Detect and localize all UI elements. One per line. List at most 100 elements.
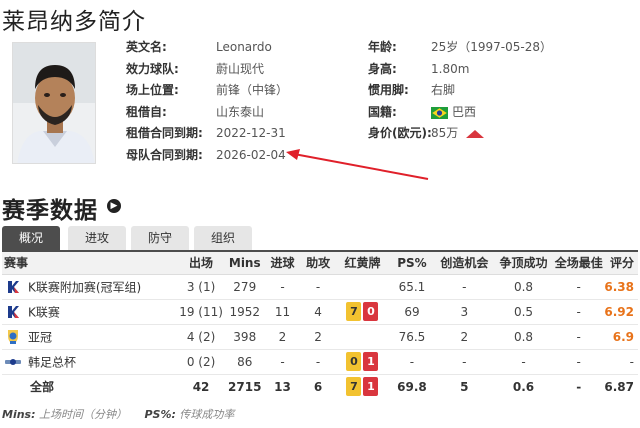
competition-name[interactable]: K联赛 [28, 305, 60, 319]
total-row: 全部 42 2715 13 6 71 69.8 5 0.6 - 6.87 [2, 374, 638, 399]
header-ps[interactable]: PS% [389, 252, 435, 275]
competition-name[interactable]: 亚冠 [28, 330, 52, 344]
table-row: 韩足总杯 0 (2) 86 - - 01 - - - - - [2, 349, 638, 375]
aerials-cell: 0.5 [493, 299, 554, 325]
apps-cell: 19 (11) [177, 299, 225, 325]
stats-table: 赛事 出场 Mins 进球 助攻 红黄牌 PS% 创造机会 争顶成功 全场最佳 … [2, 252, 638, 399]
loan-from-value-wrap[interactable]: 山东泰山 [216, 103, 264, 121]
parent-contract-label: 母队合同到期: [126, 148, 203, 162]
chances-cell: - [434, 274, 494, 300]
nationality-label: 国籍: [368, 105, 397, 119]
info-value: 身价(欧元): [368, 124, 432, 142]
total-mins: 2715 [228, 379, 262, 394]
header-mins[interactable]: Mins [224, 252, 265, 275]
height-value-wrap: 1.80m [431, 60, 469, 78]
position-value: 前锋（中锋） [216, 83, 289, 97]
competition-cell: 亚冠 [2, 324, 178, 350]
info-parent-contract: 母队合同到期: [126, 146, 203, 164]
rating-cell: 6.9 [604, 324, 638, 350]
apps-cell: 3 (1) [177, 274, 225, 300]
header-rating[interactable]: 评分 [604, 252, 638, 275]
mins-cell: 86 [224, 349, 265, 375]
info-height: 身高: [368, 60, 397, 78]
cards-cell [335, 274, 390, 300]
table-row: 亚冠 4 (2) 398 2 2 76.5 2 0.8 - 6.9 [2, 324, 638, 350]
header-goals[interactable]: 进球 [264, 252, 301, 275]
tab-defense[interactable]: 防守 [131, 226, 189, 250]
club-value-wrap[interactable]: 蔚山现代 [216, 60, 264, 78]
header-aerials[interactable]: 争顶成功 [493, 252, 554, 275]
goals-cell: - [264, 349, 301, 375]
info-loan-end: 租借合同到期: [126, 124, 203, 142]
club-label: 效力球队: [126, 62, 179, 76]
header-cards[interactable]: 红黄牌 [335, 252, 390, 275]
total-cards: 71 [336, 374, 389, 399]
value-label: 身价(欧元): [368, 126, 432, 140]
competition-name[interactable]: K联赛附加赛(冠军组) [28, 280, 141, 294]
ps-cell: 69 [389, 299, 435, 325]
ps-cell: 65.1 [389, 274, 435, 300]
tab-overview[interactable]: 概况 [2, 226, 60, 250]
motm-cell: - [553, 324, 605, 350]
english-name-label: 英文名: [126, 40, 167, 54]
mins-cell: 398 [224, 324, 265, 350]
mins-cell: 279 [224, 274, 265, 300]
competition-name[interactable]: 韩足总杯 [28, 355, 76, 369]
chances-cell: 2 [434, 324, 494, 350]
yellow-card-badge: 0 [346, 352, 362, 371]
header-apps[interactable]: 出场 [177, 252, 225, 275]
height-label: 身高: [368, 62, 397, 76]
age-value-wrap: 25岁（1997-05-28） [431, 38, 552, 56]
age-label: 年龄: [368, 40, 397, 54]
footnote-mins-key: Mins: [2, 408, 36, 421]
english-name-value: Leonardo [216, 40, 272, 54]
info-english-name: 英文名: [126, 38, 167, 56]
info-loan-from: 租借自: [126, 103, 167, 121]
footnote-ps-key: PS%: [144, 408, 176, 421]
apps-cell: 0 (2) [177, 349, 225, 375]
ps-cell: - [389, 349, 435, 375]
loan-end-value: 2022-12-31 [216, 126, 286, 140]
header-chances[interactable]: 创造机会 [434, 252, 494, 275]
foot-value: 右脚 [431, 83, 456, 97]
club-value[interactable]: 蔚山现代 [216, 62, 264, 76]
header-assists[interactable]: 助攻 [300, 252, 336, 275]
parent-contract-value-wrap: 2026-02-04 [216, 146, 286, 164]
nationality-value-wrap: 巴西 [431, 103, 476, 121]
parent-contract-value: 2026-02-04 [216, 148, 286, 162]
section-more-icon[interactable]: ▶ [107, 199, 121, 213]
total-motm: - [576, 379, 582, 394]
red-card-badge: 1 [363, 352, 379, 371]
loan-from-value[interactable]: 山东泰山 [216, 105, 264, 119]
value-up-arrow-icon [466, 129, 485, 138]
total-apps: 42 [192, 379, 210, 394]
footnote-mins: 上场时间（分钟） [39, 408, 127, 421]
total-chances: 5 [460, 379, 469, 394]
total-ps: 69.8 [397, 379, 427, 394]
total-goals: 13 [274, 379, 291, 394]
motm-cell: - [553, 299, 605, 325]
competition-cell: K联赛 [2, 299, 178, 325]
loan-from-label: 租借自: [126, 105, 167, 119]
footnote: Mins: 上场时间（分钟） PS%: 传球成功率 [2, 406, 234, 422]
competition-cell: K联赛附加赛(冠军组) [2, 274, 178, 300]
header-motm[interactable]: 全场最佳 [553, 252, 605, 275]
rating-cell: 6.38 [604, 274, 638, 300]
header-competition: 赛事 [2, 252, 178, 275]
ps-cell: 76.5 [389, 324, 435, 350]
cards-cell: 70 [335, 299, 390, 325]
total-rating: 6.87 [604, 379, 634, 394]
k-league-icon [6, 304, 20, 319]
rating-cell: - [604, 349, 638, 375]
table-row: K联赛 19 (11) 1952 11 4 70 69 3 0.5 - 6.92 [2, 299, 638, 325]
tab-attack[interactable]: 进攻 [68, 226, 126, 250]
red-card-badge: 1 [363, 377, 379, 397]
tab-organize[interactable]: 组织 [194, 226, 252, 250]
table-header-row: 赛事 出场 Mins 进球 助攻 红黄牌 PS% 创造机会 争顶成功 全场最佳 … [2, 252, 638, 275]
assists-cell: 2 [300, 324, 336, 350]
afc-cl-icon [8, 329, 18, 344]
chances-cell: 3 [434, 299, 494, 325]
info-age: 年龄: [368, 38, 397, 56]
rating-cell: 6.92 [604, 299, 638, 325]
fa-cup-icon [5, 358, 21, 365]
